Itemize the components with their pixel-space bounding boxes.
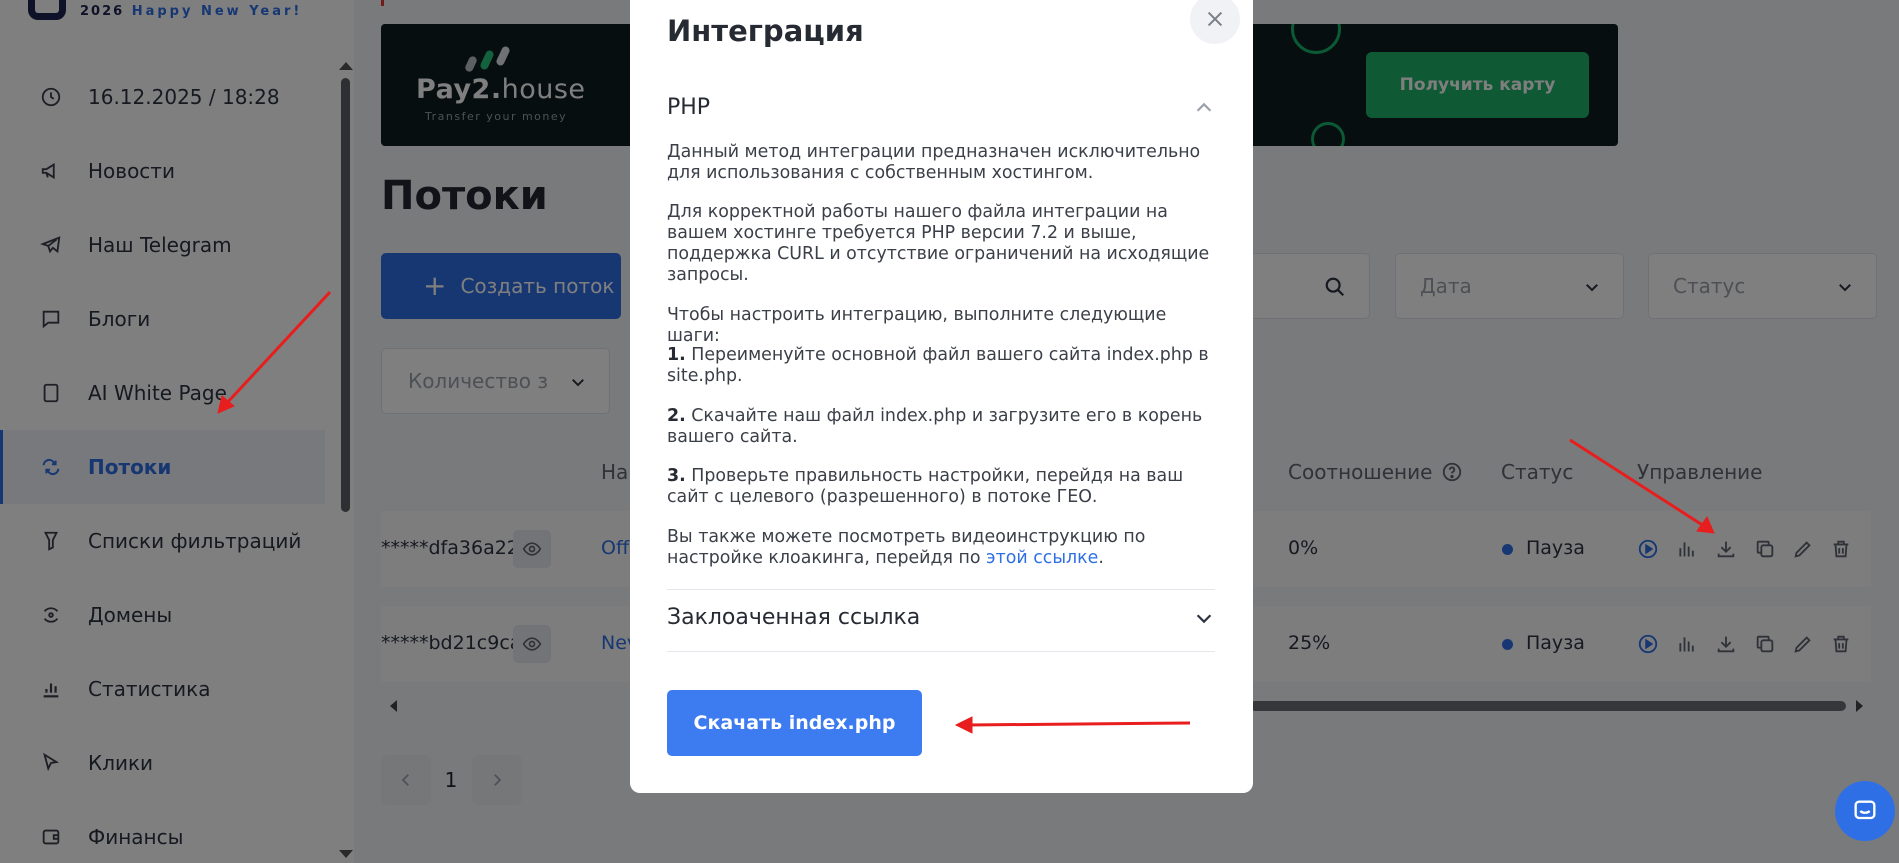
arrow-to-download-button xyxy=(967,721,1191,727)
support-chat-button[interactable] xyxy=(1835,781,1895,841)
arrow-to-flows xyxy=(224,290,332,406)
chat-icon xyxy=(1854,800,1876,820)
arrow-to-download-icon xyxy=(1569,438,1705,528)
arrow-head xyxy=(954,716,973,734)
arrow-head xyxy=(1696,515,1715,534)
annotation-arrows xyxy=(217,290,1715,734)
